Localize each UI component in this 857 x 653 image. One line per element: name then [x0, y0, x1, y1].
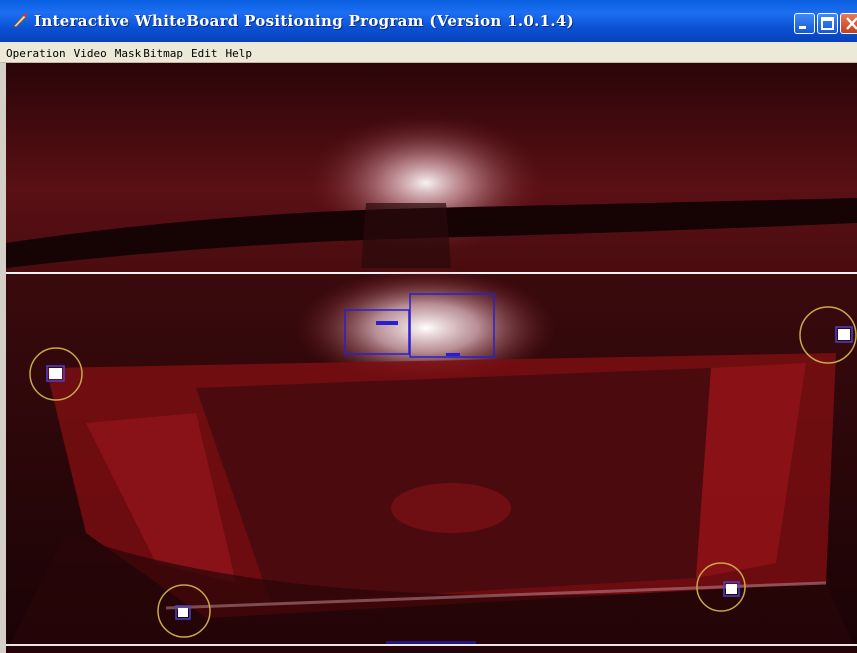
application-window: Interactive WhiteBoard Positioning Progr…	[0, 0, 857, 653]
menu-help[interactable]: Help	[219, 44, 254, 60]
title-bar[interactable]: Interactive WhiteBoard Positioning Progr…	[0, 0, 857, 42]
close-icon	[846, 17, 857, 30]
camera-frame	[6, 63, 857, 653]
maximize-button[interactable]	[817, 13, 838, 34]
minimize-button[interactable]	[794, 13, 815, 34]
maximize-icon	[821, 17, 834, 30]
window-title: Interactive WhiteBoard Positioning Progr…	[34, 12, 575, 30]
camera-video-view[interactable]	[6, 63, 857, 653]
close-button[interactable]	[840, 13, 857, 34]
menu-video[interactable]: Video	[68, 44, 109, 60]
menu-bar: Operation Video Mask Bitmap Edit Help	[0, 42, 857, 63]
menu-bitmap[interactable]: Bitmap	[143, 44, 185, 60]
menu-mask[interactable]: Mask	[109, 44, 144, 60]
app-icon	[13, 13, 27, 28]
menu-edit[interactable]: Edit	[185, 44, 220, 60]
menu-operation[interactable]: Operation	[0, 44, 68, 60]
minimize-icon	[799, 26, 806, 29]
